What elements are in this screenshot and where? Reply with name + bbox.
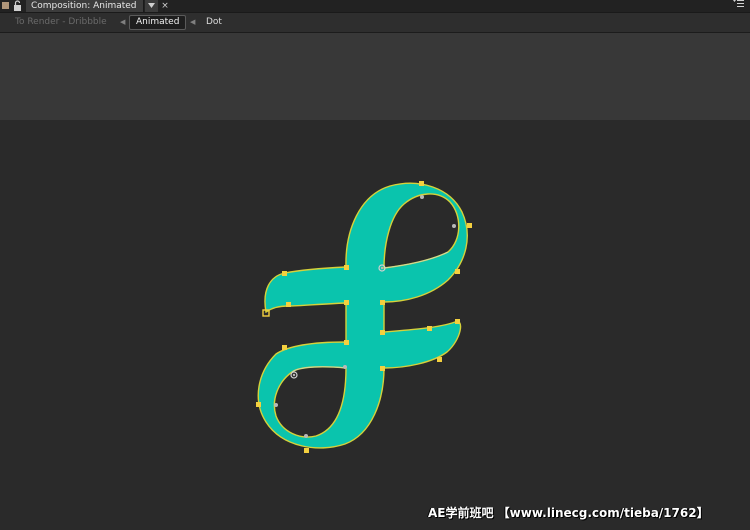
- watermark: AE学前班吧 【www.linecg.com/tieba/1762】: [428, 506, 709, 520]
- shape-fill[interactable]: [257, 182, 468, 449]
- shape-layer[interactable]: [0, 0, 750, 530]
